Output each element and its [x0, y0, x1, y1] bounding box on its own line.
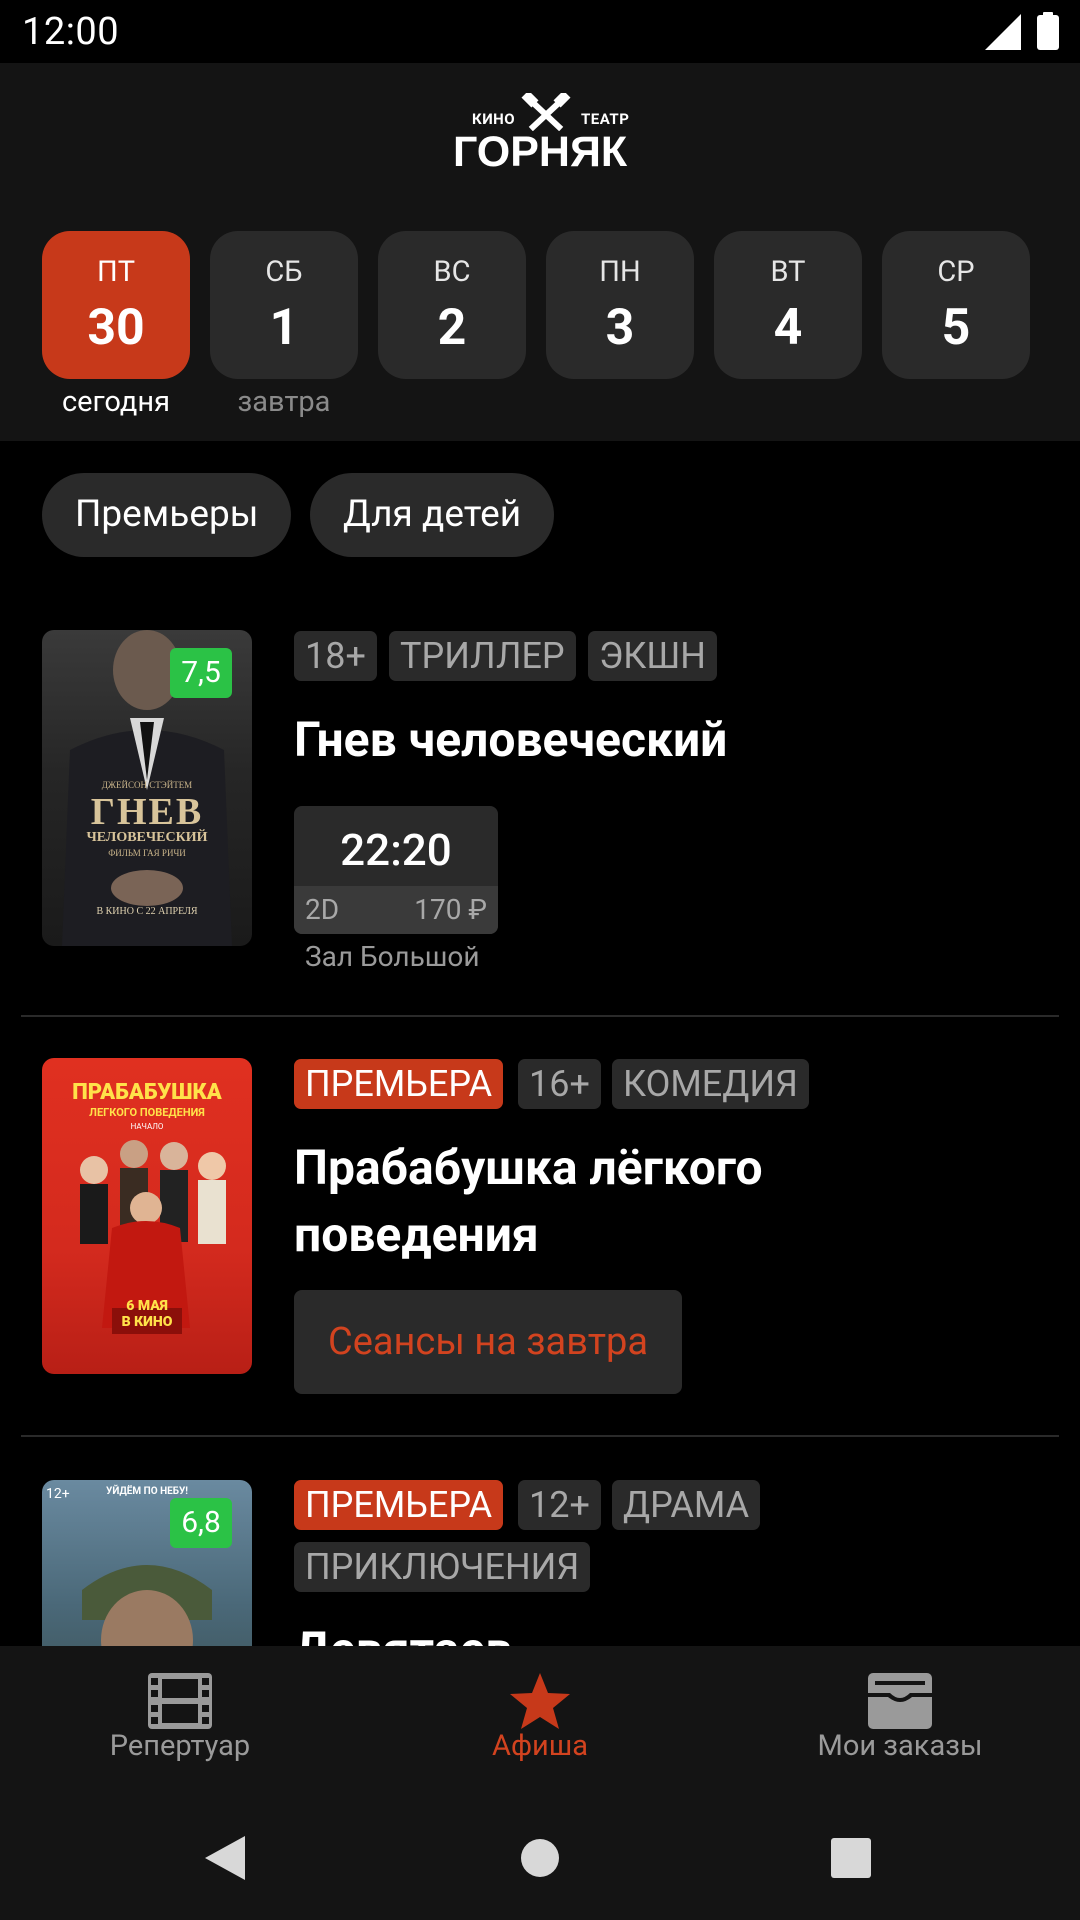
movie-poster[interactable]: УЙДЁМ ПО НЕБУ! 12+ 6,8: [42, 1480, 252, 1646]
home-icon[interactable]: [520, 1838, 560, 1878]
tag-genre: ПРИКЛЮЧЕНИЯ: [294, 1542, 591, 1592]
bottom-navigation: Репертуар Афиша Мои заказы: [0, 1646, 1080, 1772]
nav-afisha[interactable]: Афиша: [360, 1646, 720, 1772]
system-navigation-bar: [0, 1772, 1080, 1920]
nav-label: Репертуар: [109, 1729, 251, 1763]
poster-age: 12+: [46, 1486, 70, 1502]
tag-age: 12+: [518, 1480, 601, 1530]
nav-repertoire[interactable]: Репертуар: [0, 1646, 360, 1772]
movie-title[interactable]: Девятаев: [294, 1616, 513, 1646]
film-icon: [148, 1673, 212, 1729]
nav-label: Мои заказы: [817, 1729, 983, 1763]
rating-badge: 6,8: [170, 1498, 232, 1548]
star-icon: [510, 1673, 570, 1729]
back-icon[interactable]: [205, 1836, 245, 1880]
recents-icon[interactable]: [831, 1838, 871, 1878]
nav-my-orders[interactable]: Мои заказы: [720, 1646, 1080, 1772]
wallet-icon: [868, 1673, 932, 1729]
list-clip: УЙДЁМ ПО НЕБУ! 12+ 6,8 ПРЕМЬЕРА 12+ ДРАМ…: [0, 0, 1080, 1646]
tag-premiere: ПРЕМЬЕРА: [294, 1480, 504, 1530]
nav-label: Афиша: [492, 1729, 588, 1763]
poster-tagline: УЙДЁМ ПО НЕБУ!: [106, 1486, 188, 1497]
tag-genre: ДРАМА: [612, 1480, 761, 1530]
